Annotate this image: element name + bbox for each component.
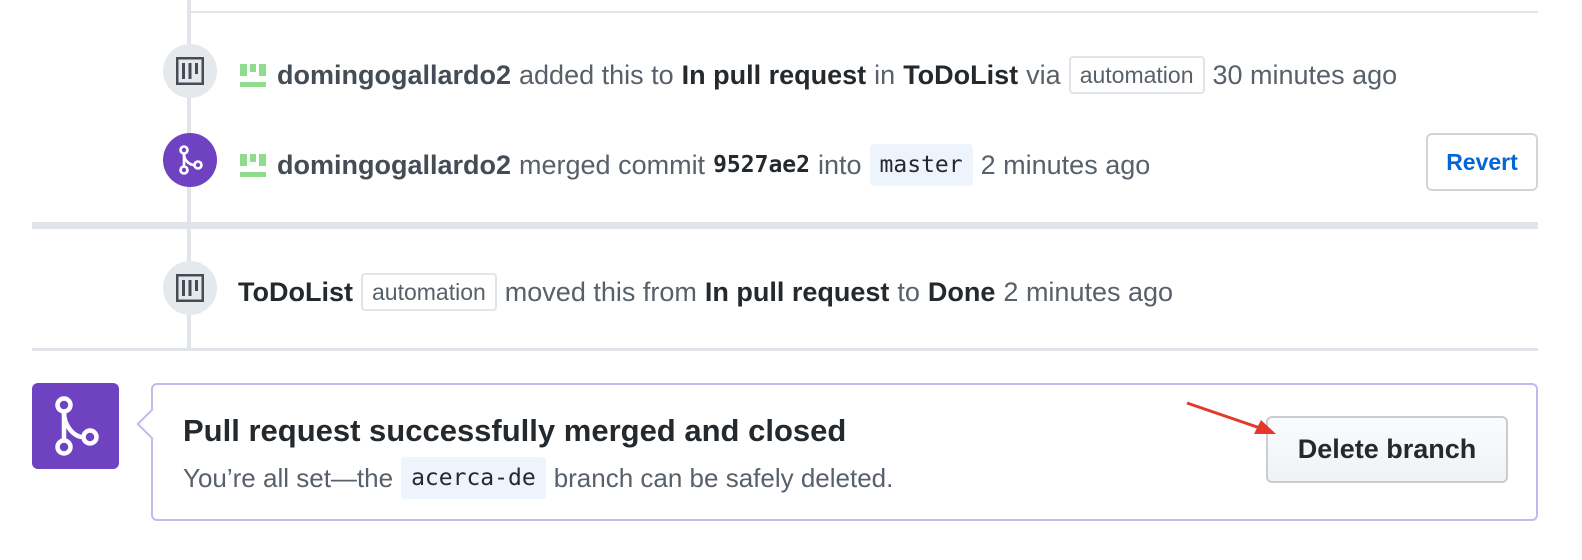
timeline-break <box>32 222 1538 229</box>
event-text: moved this from <box>504 276 697 307</box>
event-timestamp[interactable]: 2 minutes ago <box>981 150 1151 181</box>
timeline-event-merged: domingogallardo2 merged commit 9527ae2 i… <box>238 143 1150 187</box>
event-text: via <box>1026 59 1061 90</box>
event-text: to <box>897 276 920 307</box>
automation-label: automation <box>1068 56 1205 94</box>
event-text: added this to <box>519 59 674 90</box>
target-branch[interactable]: master <box>869 144 973 186</box>
automation-label: automation <box>360 273 497 311</box>
merge-status-description: You’re all set—the acerca-de branch can … <box>183 457 893 499</box>
event-text: merged commit <box>519 149 706 180</box>
timeline-top-divider <box>191 11 1538 13</box>
merged-status-icon <box>32 383 119 469</box>
annotation-arrow <box>1186 401 1276 434</box>
commit-sha-link[interactable]: 9527ae2 <box>713 152 810 178</box>
timeline-bottom-divider <box>32 348 1538 351</box>
desc-text: branch can be safely deleted. <box>553 462 894 493</box>
timeline-event-moved: ToDoList automation moved this from In p… <box>238 270 1173 314</box>
delete-branch-button[interactable]: Delete branch <box>1266 416 1508 483</box>
column-name: Done <box>927 276 996 307</box>
project-link[interactable]: ToDoList <box>238 277 353 308</box>
head-branch[interactable]: acerca-de <box>401 457 546 499</box>
merge-icon <box>179 145 203 175</box>
event-timestamp[interactable]: 2 minutes ago <box>1003 277 1173 308</box>
column-name: In pull request <box>704 276 890 307</box>
timeline-event-added: domingogallardo2 added this to In pull r… <box>238 53 1397 97</box>
event-text: in <box>874 59 896 90</box>
project-event-badge <box>163 44 217 98</box>
project-event-badge <box>163 261 217 315</box>
avatar[interactable] <box>238 150 268 180</box>
event-timestamp[interactable]: 30 minutes ago <box>1213 60 1398 91</box>
avatar[interactable] <box>238 60 268 90</box>
column-name: In pull request <box>681 59 867 90</box>
event-text: into <box>818 149 862 180</box>
project-icon <box>176 57 204 85</box>
merge-status-box: Pull request successfully merged and clo… <box>136 383 1538 521</box>
revert-button[interactable]: Revert <box>1426 133 1538 191</box>
merge-icon <box>54 396 99 456</box>
merge-event-badge <box>163 133 217 187</box>
event-actor-link[interactable]: domingogallardo2 <box>277 60 511 91</box>
merge-status-title: Pull request successfully merged and clo… <box>183 413 847 448</box>
event-actor-link[interactable]: domingogallardo2 <box>277 150 511 181</box>
desc-text: You’re all set—the <box>183 462 394 493</box>
project-icon <box>176 274 204 302</box>
box-caret <box>136 408 168 440</box>
project-link[interactable]: ToDoList <box>903 60 1018 91</box>
